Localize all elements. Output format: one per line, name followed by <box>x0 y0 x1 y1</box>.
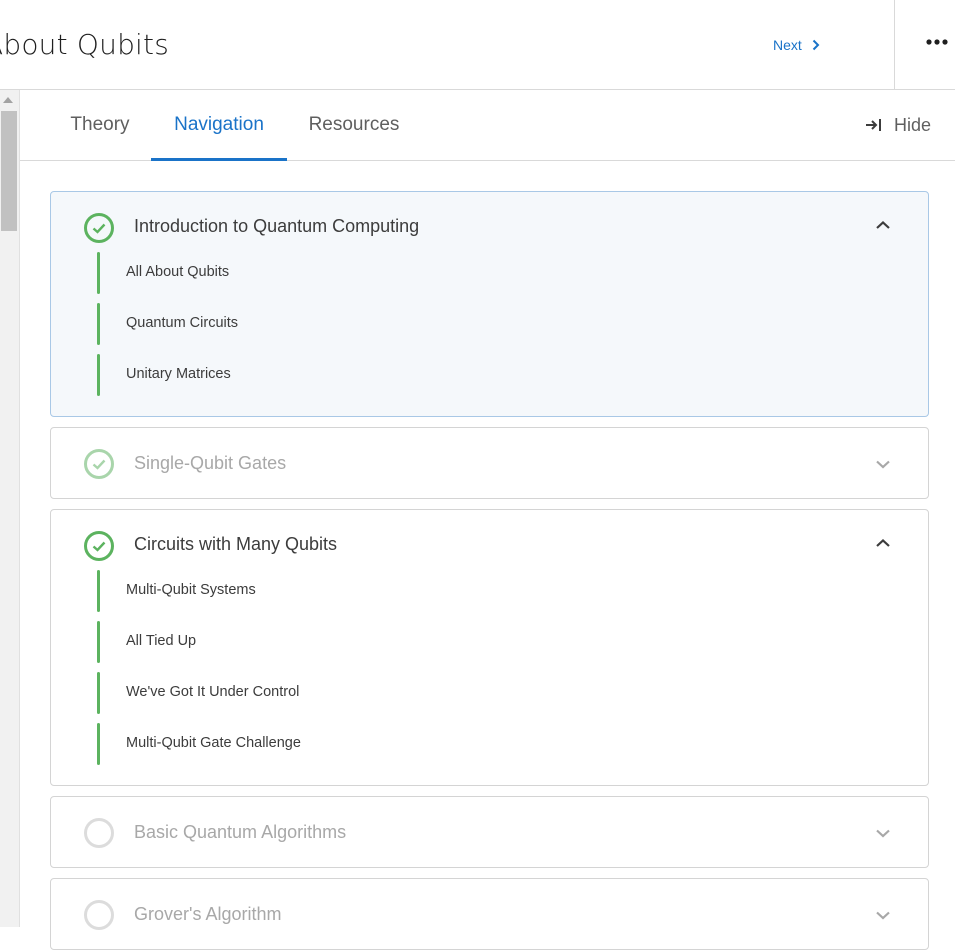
progress-bar <box>97 723 100 765</box>
tab-label: Theory <box>70 114 130 135</box>
section-card-basic-algorithms: Basic Quantum Algorithms <box>50 796 929 868</box>
section-title: Grover's Algorithm <box>134 904 282 924</box>
chevron-right-icon <box>812 39 820 51</box>
header-divider <box>894 0 895 89</box>
chevron-down-icon[interactable] <box>874 458 892 470</box>
section-header[interactable]: Circuits with Many Qubits <box>51 510 928 580</box>
section-header[interactable]: Basic Quantum Algorithms <box>51 797 928 867</box>
section-title: Single-Qubit Gates <box>134 453 287 473</box>
lesson-label: Unitary Matrices <box>126 366 231 382</box>
tab-label: Resources <box>308 114 400 135</box>
section-card-single-qubit-gates: Single-Qubit Gates <box>50 427 929 499</box>
section-header[interactable]: Introduction to Quantum Computing <box>51 192 928 262</box>
tab-theory[interactable]: Theory <box>51 90 149 160</box>
chevron-down-icon[interactable] <box>874 909 892 921</box>
empty-circle-icon <box>84 818 114 848</box>
vertical-scrollbar[interactable] <box>0 90 20 927</box>
section-header[interactable]: Grover's Algorithm <box>51 879 928 949</box>
progress-bar <box>97 303 100 345</box>
lesson-label: All About Qubits <box>126 264 230 280</box>
hide-panel-button[interactable]: Hide <box>865 90 931 160</box>
progress-bar <box>97 570 100 612</box>
section-card-grovers-algorithm: Grover's Algorithm <box>50 878 929 950</box>
next-button-label: Next <box>773 37 802 53</box>
chevron-down-icon[interactable] <box>874 827 892 839</box>
check-circle-icon <box>84 531 114 561</box>
tab-resources[interactable]: Resources <box>289 90 419 160</box>
collapse-right-icon <box>866 119 881 131</box>
check-circle-icon <box>84 449 114 479</box>
hide-label: Hide <box>894 114 932 135</box>
check-circle-icon <box>84 213 114 243</box>
section-title: Basic Quantum Algorithms <box>134 822 347 842</box>
top-header: About Qubits Next <box>0 0 955 90</box>
next-button[interactable]: Next <box>773 34 820 56</box>
lesson-label: Quantum Circuits <box>126 315 239 331</box>
tab-label: Navigation <box>174 114 264 135</box>
progress-bar <box>97 621 100 663</box>
scrollbar-thumb[interactable] <box>1 111 17 231</box>
tab-navigation[interactable]: Navigation <box>151 90 287 161</box>
more-horizontal-icon <box>926 39 948 45</box>
chevron-up-icon[interactable] <box>874 219 892 231</box>
lesson-label: We've Got It Under Control <box>126 684 300 700</box>
progress-bar <box>97 252 100 294</box>
scroll-up-arrow-icon[interactable] <box>3 97 13 103</box>
panel-tabbar: Theory Navigation Resources Hide <box>20 90 955 161</box>
chevron-up-icon[interactable] <box>874 537 892 549</box>
section-title: Circuits with Many Qubits <box>134 534 338 554</box>
page-title: About Qubits <box>0 28 169 61</box>
lesson-label: Multi-Qubit Systems <box>126 582 256 598</box>
lesson-label: All Tied Up <box>126 633 197 649</box>
progress-bar <box>97 672 100 714</box>
lesson-label: Multi-Qubit Gate Challenge <box>126 735 301 751</box>
section-title: Introduction to Quantum Computing <box>134 216 420 236</box>
section-card-introduction: Introduction to Quantum Computing All Ab… <box>50 191 929 417</box>
section-header[interactable]: Single-Qubit Gates <box>51 428 928 498</box>
progress-bar <box>97 354 100 396</box>
more-options-button[interactable] <box>924 32 950 52</box>
empty-circle-icon <box>84 900 114 930</box>
section-card-circuits-many-qubits: Circuits with Many Qubits Multi-Qubit Sy… <box>50 509 929 786</box>
